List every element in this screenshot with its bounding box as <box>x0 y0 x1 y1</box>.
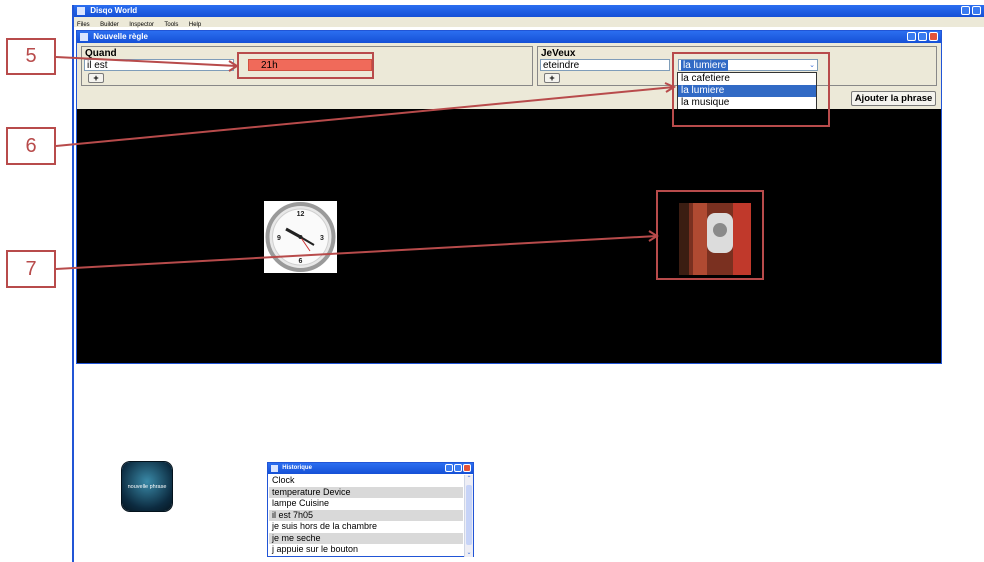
host-window-border <box>72 5 74 562</box>
new-phrase-button[interactable]: nouvelle phrase <box>122 462 172 511</box>
history-item[interactable]: temperature Device <box>269 486 463 498</box>
svg-text:6: 6 <box>299 258 303 265</box>
rule-window-title: Nouvelle règle <box>93 32 148 41</box>
rule-maximize-button[interactable] <box>918 32 927 41</box>
history-minimize-button[interactable] <box>445 464 453 472</box>
svg-text:3: 3 <box>320 235 324 242</box>
app-title-bar: Disqo World <box>74 5 984 17</box>
jeveux-header: JeVeux <box>541 48 576 59</box>
callout-label-7: 7 <box>6 250 56 288</box>
history-item[interactable]: je me seche <box>269 532 463 544</box>
history-item[interactable]: je suis hors de la chambre <box>269 521 463 533</box>
history-item[interactable]: il est 7h05 <box>269 509 463 521</box>
history-title-bar: Historique <box>268 463 473 474</box>
rule-close-button[interactable] <box>929 32 938 41</box>
history-item[interactable]: lampe Cuisine <box>269 498 463 510</box>
scroll-down-icon[interactable]: ⌄ <box>465 549 473 557</box>
menu-builder[interactable]: Builder <box>100 22 119 28</box>
rule-window-title-bar: Nouvelle règle <box>77 31 941 43</box>
app-minimize-button[interactable] <box>961 6 970 15</box>
history-scrollbar[interactable]: ⌃ ⌄ <box>464 475 473 557</box>
callout-highlight-7 <box>656 190 764 280</box>
menu-files[interactable]: Files <box>77 22 90 28</box>
rule-minimize-button[interactable] <box>907 32 916 41</box>
device-canvas: 12 3 6 9 <box>77 109 941 363</box>
wall-clock-icon[interactable]: 12 3 6 9 <box>264 201 337 273</box>
scroll-thumb[interactable] <box>466 485 472 545</box>
quand-add-button[interactable]: + <box>88 73 104 83</box>
menu-bar: Files Builder Inspector Tools Help <box>74 17 984 28</box>
callout-label-5: 5 <box>6 38 56 75</box>
app-icon <box>77 7 85 15</box>
app-maximize-button[interactable] <box>972 6 981 15</box>
history-maximize-button[interactable] <box>454 464 462 472</box>
svg-text:12: 12 <box>297 211 305 218</box>
history-list: Clock temperature Device lampe Cuisine i… <box>269 475 463 557</box>
svg-text:9: 9 <box>277 235 281 242</box>
quand-subject-field[interactable]: il est <box>84 59 234 71</box>
new-phrase-label: nouvelle phrase <box>127 483 167 490</box>
quand-header: Quand <box>85 48 117 59</box>
add-phrase-button[interactable]: Ajouter la phrase <box>851 91 936 106</box>
menu-inspector[interactable]: Inspector <box>129 22 154 28</box>
history-window: Historique Clock temperature Device lamp… <box>267 462 474 557</box>
history-item[interactable]: j appuie sur le bouton <box>269 544 463 556</box>
rule-window-icon <box>80 33 88 41</box>
history-close-button[interactable] <box>463 464 471 472</box>
history-item[interactable]: Clock <box>269 475 463 487</box>
menu-help[interactable]: Help <box>189 22 201 28</box>
jeveux-add-button[interactable]: + <box>544 73 560 83</box>
scroll-up-icon[interactable]: ⌃ <box>465 475 473 483</box>
callout-highlight-6 <box>672 52 830 127</box>
menu-tools[interactable]: Tools <box>164 22 178 28</box>
callout-label-6: 6 <box>6 127 56 165</box>
history-icon <box>271 465 278 472</box>
callout-highlight-5 <box>237 52 374 79</box>
jeveux-action-field[interactable]: eteindre <box>540 59 670 71</box>
history-title: Historique <box>282 465 312 471</box>
